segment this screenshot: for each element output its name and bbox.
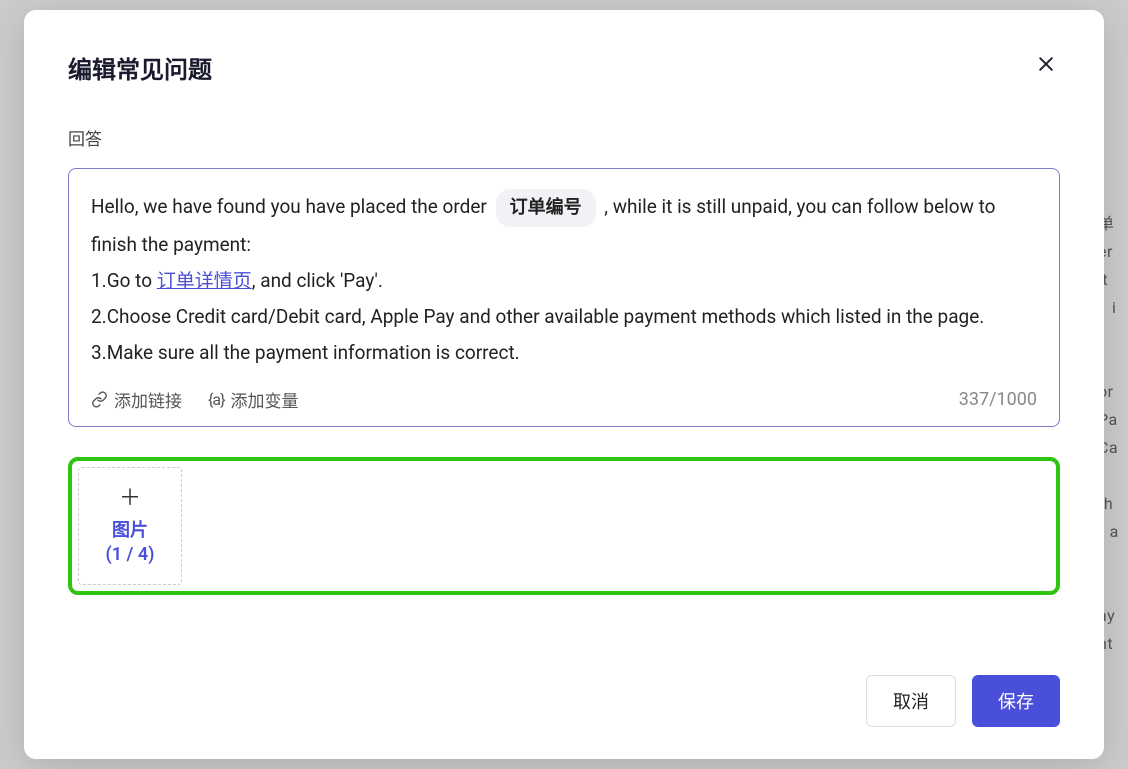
editor-content[interactable]: Hello, we have found you have placed the… [91, 189, 1037, 371]
editor-line4: 3.Make sure all the payment information … [91, 341, 520, 364]
plus-icon: ＋ [119, 488, 141, 510]
modal-footer: 取消 保存 [68, 651, 1060, 727]
variable-chip-order-number[interactable]: 订单编号 [496, 189, 596, 227]
upload-count: (1 / 4) [106, 544, 155, 565]
editor-line3: 2.Choose Credit card/Debit card, Apple P… [91, 305, 984, 328]
order-detail-link[interactable]: 订单详情页 [157, 269, 252, 292]
answer-section-label: 回答 [68, 125, 1060, 150]
add-variable-label: 添加变量 [231, 387, 299, 412]
add-link-label: 添加链接 [114, 387, 182, 412]
close-button[interactable] [1032, 50, 1060, 82]
editor-text-before-chip: Hello, we have found you have placed the… [91, 195, 492, 218]
add-link-button[interactable]: 添加链接 [91, 387, 182, 412]
character-counter: 337/1000 [959, 389, 1037, 410]
save-button[interactable]: 保存 [972, 675, 1060, 727]
cancel-button[interactable]: 取消 [866, 675, 956, 727]
link-icon [91, 391, 108, 408]
image-upload-button[interactable]: ＋ 图片 (1 / 4) [78, 467, 182, 585]
toolbar-left: 添加链接 {a} 添加变量 [91, 387, 299, 412]
upload-label: 图片 [112, 516, 148, 542]
edit-faq-modal: 编辑常见问题 回答 Hello, we have found you have … [24, 10, 1104, 759]
image-upload-highlight: ＋ 图片 (1 / 4) [68, 457, 1060, 595]
modal-title: 编辑常见问题 [68, 50, 212, 85]
editor-toolbar: 添加链接 {a} 添加变量 337/1000 [91, 387, 1037, 412]
close-icon [1036, 54, 1056, 74]
editor-line2-prefix: 1.Go to [91, 269, 157, 292]
brace-icon: {a} [208, 390, 225, 409]
editor-line2-suffix: , and click 'Pay'. [252, 269, 383, 292]
answer-editor[interactable]: Hello, we have found you have placed the… [68, 168, 1060, 427]
add-variable-button[interactable]: {a} 添加变量 [208, 387, 299, 412]
modal-header: 编辑常见问题 [68, 50, 1060, 85]
